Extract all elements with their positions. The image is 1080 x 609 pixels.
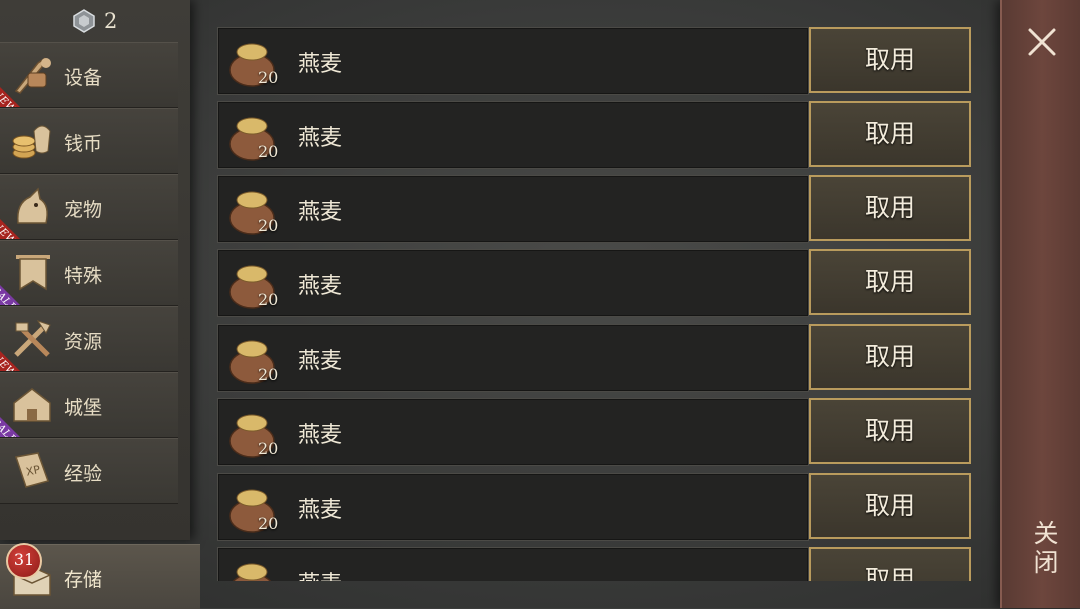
list-item: 20 燕麦 取用 [217,547,973,581]
sidebar-item-label: 经验 [64,463,103,485]
take-button[interactable]: 取用 [809,547,971,581]
sidebar-item-pets[interactable]: NEW 宠物 [0,174,178,240]
sidebar-item-experience[interactable]: XP 经验 [0,438,178,504]
item-quantity: 20 [258,142,279,161]
list-item: 20 燕麦 取用 [217,27,973,95]
take-button[interactable]: 取用 [809,249,971,315]
sidebar-item-special[interactable]: SALE 特殊 [0,240,178,306]
coins-icon [12,125,51,159]
tools-icon [14,320,51,357]
list-item: 20 燕麦 取用 [217,175,973,243]
banner-icon [16,255,50,291]
gem-counter: 2 [72,6,117,36]
list-item: 20 燕麦 取用 [217,101,973,169]
item-name: 燕麦 [298,498,343,523]
equipment-icon [14,57,51,94]
castle-icon [13,388,51,422]
item-quantity: 20 [258,68,279,87]
take-button[interactable]: 取用 [809,101,971,167]
take-button[interactable]: 取用 [809,175,971,241]
gem-count: 2 [104,9,118,33]
take-button[interactable]: 取用 [809,27,971,93]
storage-count-badge: 31 [6,543,42,579]
close-icon[interactable] [1024,24,1060,60]
sidebar-item-equipment[interactable]: NEW 设备 [0,42,178,108]
sidebar-item-resources[interactable]: NEW 资源 [0,306,178,372]
pet-icon [17,187,48,224]
sidebar-item-label: 资源 [64,331,103,353]
list-item: 20 燕麦 取用 [217,473,973,541]
take-button[interactable]: 取用 [809,398,971,464]
item-quantity: 20 [258,439,279,458]
storage-label: 存储 [64,569,103,591]
item-row-body: 20 燕麦 [217,175,809,243]
gem-icon [73,9,95,33]
sidebar-item-storage[interactable]: 31 存储 [0,543,200,609]
item-row-body: 20 燕麦 [217,324,809,392]
sidebar-item-label: 设备 [64,67,103,89]
item-name: 燕麦 [298,566,342,581]
item-row-body: 20 燕麦 [217,473,809,541]
category-sidebar: 2 NEW 设备 钱币 NEW 宠物 SALE 特殊 NEW 资源 SALE 城… [0,0,190,540]
xp-book-icon: XP [15,452,49,488]
item-name: 燕麦 [298,126,343,151]
item-row-body: 20 燕麦 [217,547,809,581]
item-name: 燕麦 [298,274,343,299]
item-name: 燕麦 [298,200,343,225]
list-item: 20 燕麦 取用 [217,398,973,466]
item-row-body: 20 燕麦 [217,249,809,317]
item-quantity: 20 [258,290,279,309]
storage-item-list[interactable]: 20 燕麦 取用 20 燕麦 取用 20 燕麦 取用 20 燕麦 取用 20 燕… [217,27,973,581]
close-label[interactable]: 关闭 [1026,520,1062,578]
sidebar-item-castle[interactable]: SALE 城堡 [0,372,178,438]
item-quantity: 20 [258,216,279,235]
item-name: 燕麦 [298,423,343,448]
sidebar-item-coins[interactable]: 钱币 [0,108,178,174]
list-item: 20 燕麦 取用 [217,324,973,392]
item-row-body: 20 燕麦 [217,27,809,95]
item-quantity: 20 [258,365,279,384]
oat-sack-icon [232,563,272,581]
sidebar-item-label: 宠物 [64,199,103,221]
take-button[interactable]: 取用 [809,473,971,539]
list-item: 20 燕麦 取用 [217,249,973,317]
item-row-body: 20 燕麦 [217,398,809,466]
item-name: 燕麦 [298,349,343,374]
item-name: 燕麦 [298,52,343,77]
sidebar-item-label: 特殊 [64,265,103,287]
close-panel[interactable]: 关闭 [1000,0,1080,608]
item-quantity: 20 [258,514,279,533]
item-row-body: 20 燕麦 [217,101,809,169]
sidebar-item-label: 城堡 [64,397,103,419]
sidebar-item-label: 钱币 [64,133,103,155]
take-button[interactable]: 取用 [809,324,971,390]
